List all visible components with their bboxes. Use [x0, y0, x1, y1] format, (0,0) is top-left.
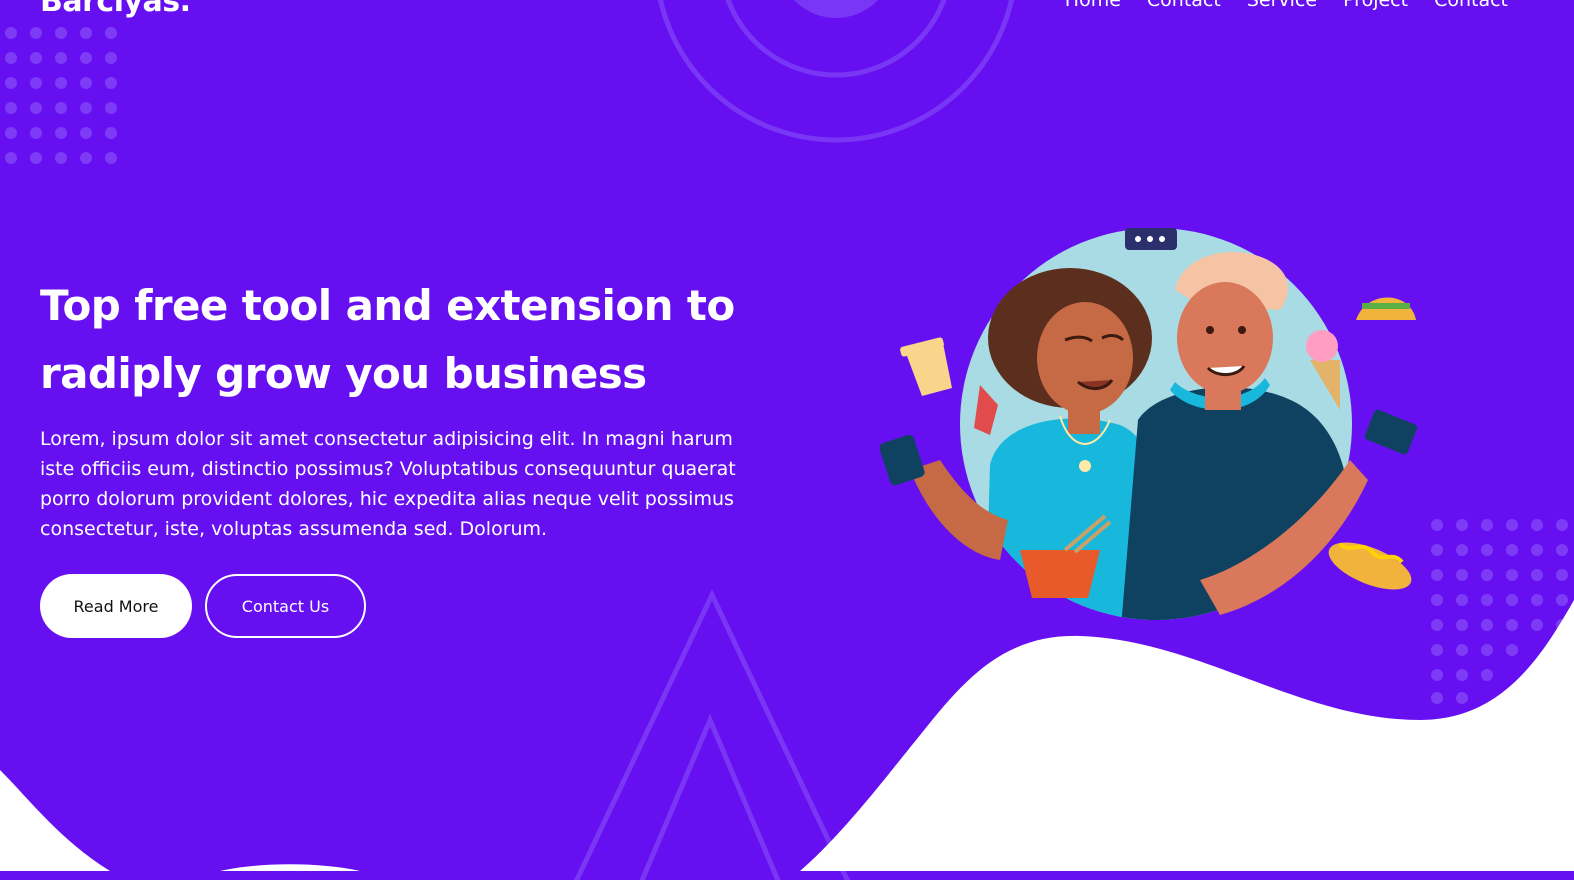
read-more-button[interactable]: Read More	[40, 574, 192, 638]
nav-project[interactable]: Project	[1343, 0, 1408, 12]
hero-illustration	[879, 228, 1418, 620]
dot-grid-right	[1431, 519, 1568, 704]
hero-title: Top free tool and extension to radiply g…	[40, 272, 800, 408]
nav-contact-2[interactable]: Contact	[1434, 0, 1508, 12]
logo[interactable]: Barclyas.	[40, 0, 191, 19]
main-nav: Home Contact Service Project Contact	[1065, 0, 1508, 12]
hero-title-line-2: radiply grow you business	[40, 349, 647, 398]
nav-home[interactable]: Home	[1065, 0, 1121, 12]
dot-grid-top-left	[5, 27, 117, 164]
hero-description: Lorem, ipsum dolor sit amet consectetur …	[40, 428, 736, 540]
nav-service[interactable]: Service	[1247, 0, 1317, 12]
contact-us-button[interactable]: Contact Us	[205, 574, 366, 638]
nav-contact[interactable]: Contact	[1147, 0, 1221, 12]
concentric-circles-decoration	[657, 0, 1015, 143]
triangle-decoration	[573, 590, 851, 880]
hero-title-line-1: Top free tool and extension to	[40, 281, 735, 330]
